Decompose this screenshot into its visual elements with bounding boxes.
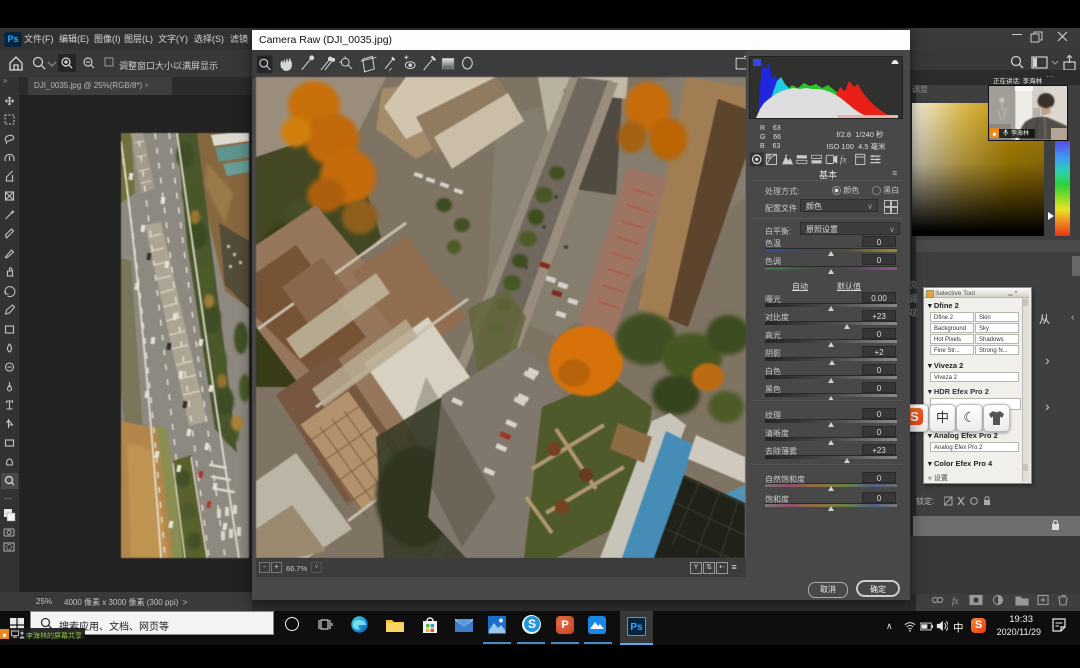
svg-text:»: » — [3, 77, 8, 85]
svg-text:⋯: ⋯ — [4, 494, 12, 503]
svg-text:fx: fx — [840, 155, 848, 165]
svg-text:fx: fx — [952, 596, 959, 606]
